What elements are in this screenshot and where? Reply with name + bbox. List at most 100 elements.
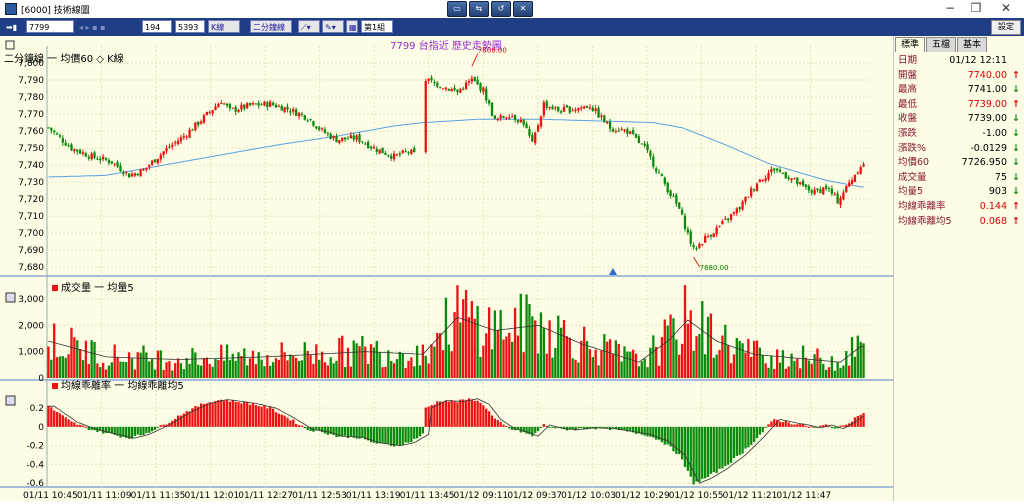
candle-body <box>536 125 540 132</box>
candle-body <box>133 173 137 176</box>
deviation-bar <box>303 426 306 429</box>
deviation-bar <box>856 415 859 427</box>
settings-button[interactable]: 設定 <box>991 20 1021 35</box>
candle-body <box>81 152 85 154</box>
deviation-bar <box>214 401 217 427</box>
candle-body <box>649 151 652 157</box>
arrow-down-icon: ↓ <box>1012 84 1020 96</box>
symbol-select[interactable]: 7799 <box>26 20 74 33</box>
candle-body <box>778 169 782 172</box>
deviation-bar <box>499 422 502 427</box>
volume-bar <box>701 301 704 378</box>
candle-body <box>597 107 600 118</box>
layout-button-2[interactable]: ⇆ <box>469 1 489 17</box>
candle-body <box>269 101 272 107</box>
deviation-bar <box>159 425 162 427</box>
candle-body <box>341 137 344 141</box>
deviation-bar <box>136 426 139 435</box>
interval-input[interactable]: 194 <box>142 20 172 33</box>
candle-body <box>197 121 200 125</box>
grid-icon[interactable]: ▦ <box>346 20 358 33</box>
volume-bar <box>758 347 762 378</box>
candle-body <box>70 144 73 151</box>
volume-bar <box>663 319 666 378</box>
deviation-bar <box>231 399 234 427</box>
volume-bar <box>156 350 160 378</box>
candle-body <box>519 119 522 123</box>
candle-body <box>315 126 318 129</box>
info-value: 75 <box>994 171 1007 183</box>
deviation-bar <box>392 426 396 447</box>
candle-body <box>260 104 263 106</box>
deviation-bar <box>418 426 422 437</box>
deviation-bar <box>194 406 197 427</box>
link-icon[interactable]: ➡▮ <box>3 20 25 33</box>
candle-body <box>240 104 243 110</box>
group-select[interactable]: 第1組 <box>361 20 393 33</box>
volume-bar <box>375 340 378 378</box>
volume-bar <box>603 334 606 378</box>
info-label: 收盤 <box>898 113 918 125</box>
deviation-bar <box>269 406 272 427</box>
candle-body <box>289 111 292 113</box>
minimize-icon[interactable]: − <box>938 1 962 16</box>
candle-body <box>102 156 105 160</box>
chart-type-select[interactable]: K線 <box>208 20 240 33</box>
candle-body <box>683 215 687 229</box>
candle-body <box>349 135 353 139</box>
layout-button-3[interactable]: ↺ <box>491 1 511 17</box>
candle-body <box>378 149 381 154</box>
deviation-bar <box>799 424 802 427</box>
volume-bar <box>735 338 738 378</box>
draw-line-icon[interactable]: ⟋▾ <box>298 20 320 33</box>
chart-svg[interactable]: 7,680 7,690 7,700 7,710 7,720 7,730 7,740 7,750… <box>0 36 893 501</box>
tab-standard[interactable]: 標準 <box>895 37 926 52</box>
pen-icon[interactable]: ✎▾ <box>322 20 344 33</box>
volume-bar <box>525 294 528 378</box>
deviation-bar <box>156 426 160 428</box>
close-chart-button[interactable]: ✕ <box>513 1 533 17</box>
volume-bar <box>652 335 655 378</box>
deviation-bar <box>375 426 378 444</box>
candle-body <box>508 117 511 119</box>
candle-body <box>493 115 497 119</box>
period-select[interactable]: 二分鐘線 <box>250 20 292 33</box>
candle-body <box>476 79 479 85</box>
volume-bar <box>502 339 505 378</box>
volume-bar <box>381 367 384 378</box>
deviation-bar <box>162 424 165 427</box>
volume-bar <box>444 297 448 378</box>
volume-bar <box>562 319 566 378</box>
candle-body <box>332 135 335 139</box>
info-row: 均價60 7726.950 ↓ <box>898 156 1022 171</box>
deviation-bar <box>306 426 309 430</box>
volume-bar <box>856 335 859 378</box>
deviation-bar <box>839 425 842 427</box>
candle-body <box>205 111 209 115</box>
count-input[interactable]: 5393 <box>175 20 205 33</box>
toolbar: ➡▮ 7799 ◂ ▸ ▪ ▪ 194 5393 K線 二分鐘線 ⟋▾ ✎▾ ▦… <box>0 18 1024 36</box>
volume-bar <box>93 341 96 378</box>
tab-basic[interactable]: 基本 <box>957 37 988 52</box>
candle-body <box>225 103 229 106</box>
info-label: 最低 <box>898 98 918 110</box>
deviation-bar <box>381 426 384 443</box>
volume-bar <box>712 357 715 378</box>
candle-body <box>603 115 606 123</box>
candle-body <box>220 102 223 104</box>
candle-body <box>335 136 338 143</box>
info-row: 最高 7741.00 ↓ <box>898 83 1022 98</box>
candle-body <box>211 110 214 114</box>
candle-body <box>441 88 445 90</box>
volume-bar <box>724 324 727 378</box>
restore-icon[interactable]: ❐ <box>964 1 988 16</box>
candle-body <box>194 122 197 131</box>
tab-five-levels[interactable]: 五檔 <box>926 37 957 52</box>
volume-bar <box>318 359 321 378</box>
info-label: 開盤 <box>898 69 918 81</box>
deviation-bar <box>208 402 211 427</box>
candle-body <box>793 177 796 179</box>
layout-button-1[interactable]: ▭ <box>447 1 467 17</box>
close-icon[interactable]: ✕ <box>994 1 1018 16</box>
volume-bar <box>404 367 407 378</box>
